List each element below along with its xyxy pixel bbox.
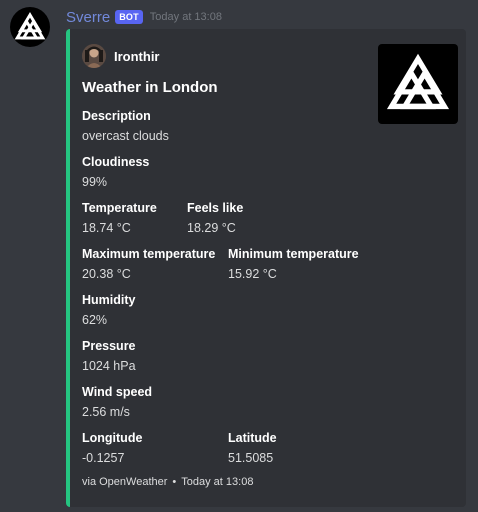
field-name: Feels like <box>187 201 244 215</box>
user-avatar-icon <box>82 44 106 68</box>
field-latitude: Latitude 51.5085 <box>228 430 277 466</box>
field-name: Longitude <box>82 431 143 445</box>
footer-timestamp: Today at 13:08 <box>181 476 254 488</box>
field-cloudiness: Cloudiness 99% <box>82 154 149 190</box>
field-value: 1024 hPa <box>82 359 136 373</box>
username[interactable]: Sverre <box>66 9 110 26</box>
field-name: Latitude <box>228 431 277 445</box>
field-name: Pressure <box>82 339 136 353</box>
field-wind-speed: Wind speed 2.56 m/s <box>82 384 152 420</box>
embed-thumbnail[interactable] <box>378 44 458 124</box>
field-value: 2.56 m/s <box>82 405 130 419</box>
field-name: Description <box>82 109 151 123</box>
embed-author-name[interactable]: Ironthir <box>114 49 160 64</box>
field-pressure: Pressure 1024 hPa <box>82 338 136 374</box>
field-feels-like: Feels like 18.29 °C <box>187 200 243 236</box>
embed-title: Weather in London <box>82 79 218 96</box>
field-value: 62% <box>82 313 108 327</box>
message-timestamp[interactable]: Today at 13:08 <box>150 11 222 23</box>
field-name: Minimum temperature <box>228 247 359 261</box>
message-header: Sverre BOT Today at 13:08 <box>66 8 222 26</box>
bot-badge: BOT <box>115 10 143 24</box>
embed-author: Ironthir <box>82 44 160 68</box>
footer-text: via OpenWeather <box>82 476 168 488</box>
field-max-temperature: Maximum temperature 20.38 °C <box>82 246 215 282</box>
field-value: -0.1257 <box>82 451 125 465</box>
weather-embed: Ironthir Weather in London Description o… <box>66 29 466 507</box>
footer-separator: • <box>172 476 177 488</box>
field-min-temperature: Minimum temperature 15.92 °C <box>228 246 359 282</box>
embed-footer: via OpenWeather • Today at 13:08 <box>82 476 253 488</box>
field-value: 18.74 °C <box>82 221 131 235</box>
field-name: Wind speed <box>82 385 153 399</box>
field-value: 99% <box>82 175 108 189</box>
field-name: Humidity <box>82 293 136 307</box>
field-value: 20.38 °C <box>82 267 131 281</box>
bot-avatar[interactable] <box>10 7 50 47</box>
field-humidity: Humidity 62% <box>82 292 135 328</box>
field-name: Cloudiness <box>82 155 150 169</box>
field-name: Maximum temperature <box>82 247 216 261</box>
field-name: Temperature <box>82 201 157 215</box>
field-description: Description overcast clouds <box>82 108 169 144</box>
field-value: overcast clouds <box>82 129 169 143</box>
valknut-logo-icon <box>386 53 450 110</box>
field-longitude: Longitude -0.1257 <box>82 430 142 466</box>
field-value: 51.5085 <box>228 451 274 465</box>
field-value: 18.29 °C <box>187 221 236 235</box>
valknut-logo-icon <box>14 12 46 40</box>
field-value: 15.92 °C <box>228 267 277 281</box>
field-temperature: Temperature 18.74 °C <box>82 200 157 236</box>
